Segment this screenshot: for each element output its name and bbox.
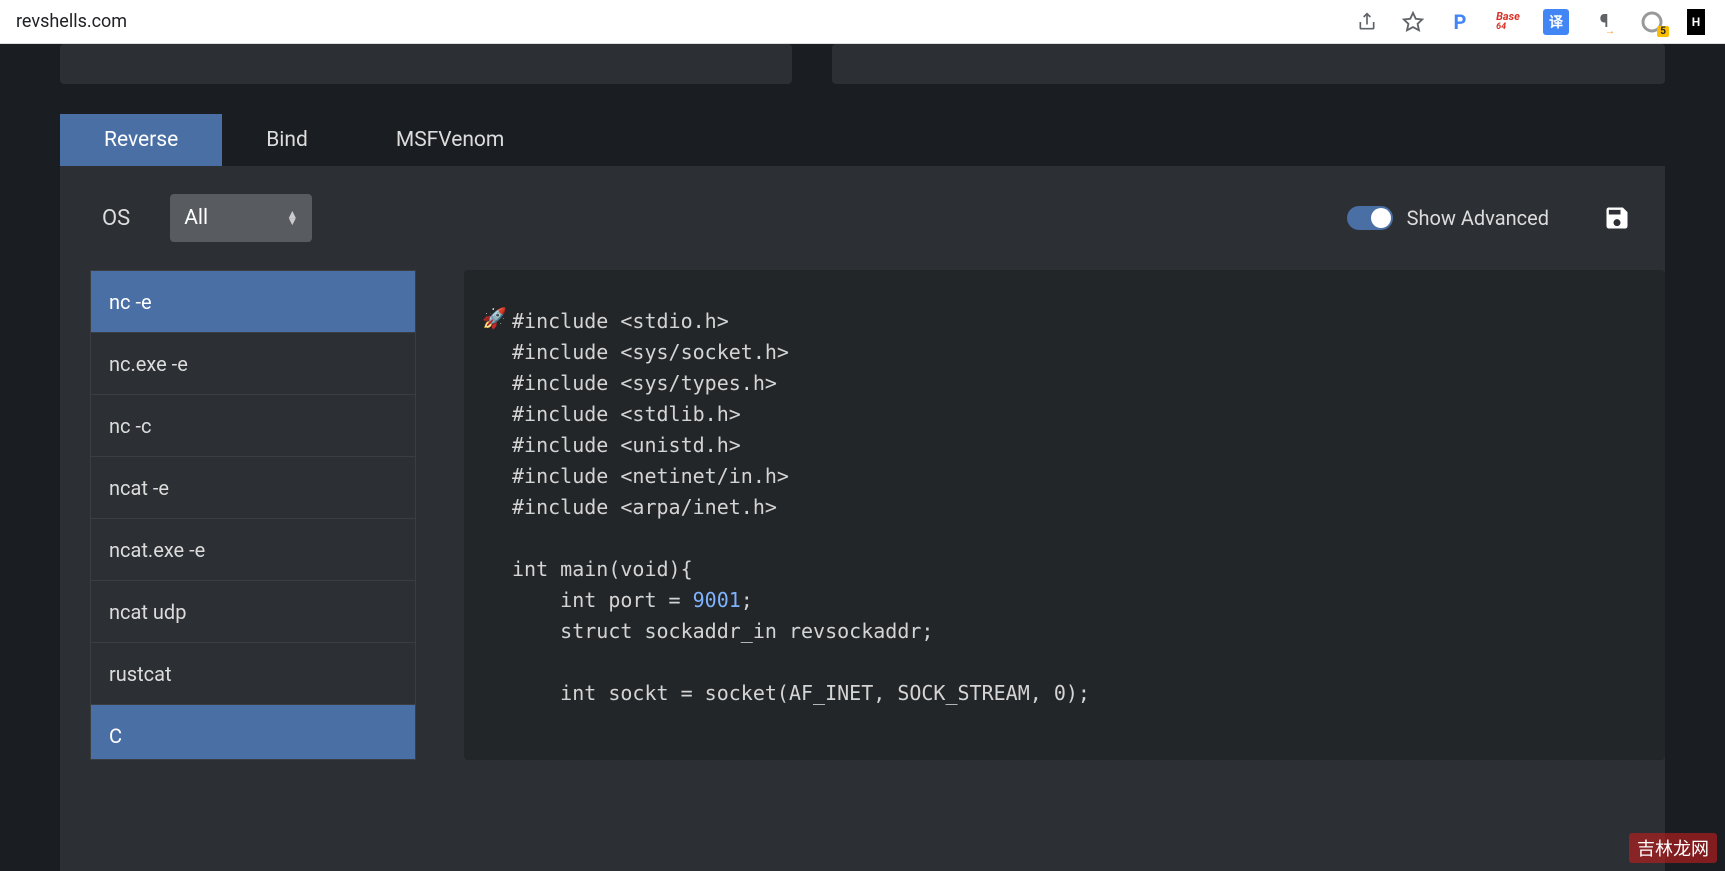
extension-pilcrow-icon[interactable]: ¶→ xyxy=(1591,9,1617,35)
show-advanced-toggle[interactable] xyxy=(1347,206,1393,230)
watermark: 吉林龙网 xyxy=(1629,833,1717,863)
payload-list[interactable]: nc -e nc.exe -e nc -c ncat -e ncat.exe -… xyxy=(90,270,416,760)
sidebar-item-rustcat[interactable]: rustcat xyxy=(91,643,415,705)
save-button[interactable] xyxy=(1599,200,1635,236)
sidebar-item-ncat-e[interactable]: ncat -e xyxy=(91,457,415,519)
extension-grammarly-icon[interactable]: 5 xyxy=(1639,9,1665,35)
tab-bind[interactable]: Bind xyxy=(222,114,352,166)
sidebar-item-ncat-udp[interactable]: ncat udp xyxy=(91,581,415,643)
sidebar-item-nc-c[interactable]: nc -c xyxy=(91,395,415,457)
shell-type-tabs: Reverse Bind MSFVenom xyxy=(60,114,1665,166)
url-text[interactable]: revshells.com xyxy=(8,11,1355,32)
rocket-icon[interactable]: 🚀 xyxy=(482,306,507,330)
extension-unknown-icon[interactable]: H xyxy=(1687,9,1705,35)
sidebar-item-ncat-exe-e[interactable]: ncat.exe -e xyxy=(91,519,415,581)
show-advanced-label: Show Advanced xyxy=(1407,206,1549,230)
bookmark-star-icon[interactable] xyxy=(1401,10,1425,34)
config-panel-right xyxy=(832,44,1665,84)
os-select[interactable]: All ▲▼ xyxy=(170,194,312,242)
tab-msfvenom[interactable]: MSFVenom xyxy=(352,114,548,166)
toggle-knob xyxy=(1371,208,1391,228)
extension-translate-icon[interactable]: 译 xyxy=(1543,9,1569,35)
config-panel-left xyxy=(60,44,792,84)
share-icon[interactable] xyxy=(1355,10,1379,34)
code-block[interactable]: #include <stdio.h> #include <sys/socket.… xyxy=(512,306,1617,709)
sidebar-item-nc-e[interactable]: nc -e xyxy=(91,271,415,333)
extension-base-icon[interactable]: Base64 xyxy=(1495,9,1521,35)
os-select-value: All xyxy=(184,206,286,230)
tab-reverse[interactable]: Reverse xyxy=(60,114,222,166)
extension-badge: 5 xyxy=(1657,26,1669,37)
chevron-updown-icon: ▲▼ xyxy=(286,211,298,225)
sidebar-item-c[interactable]: C xyxy=(91,705,415,760)
code-output-panel[interactable]: 🚀 #include <stdio.h> #include <sys/socke… xyxy=(464,270,1665,760)
browser-address-bar: revshells.com P Base64 译 ¶→ 5 H xyxy=(0,0,1725,44)
extension-p-icon[interactable]: P xyxy=(1447,9,1473,35)
os-label: OS xyxy=(102,206,130,231)
sidebar-item-nc-exe-e[interactable]: nc.exe -e xyxy=(91,333,415,395)
